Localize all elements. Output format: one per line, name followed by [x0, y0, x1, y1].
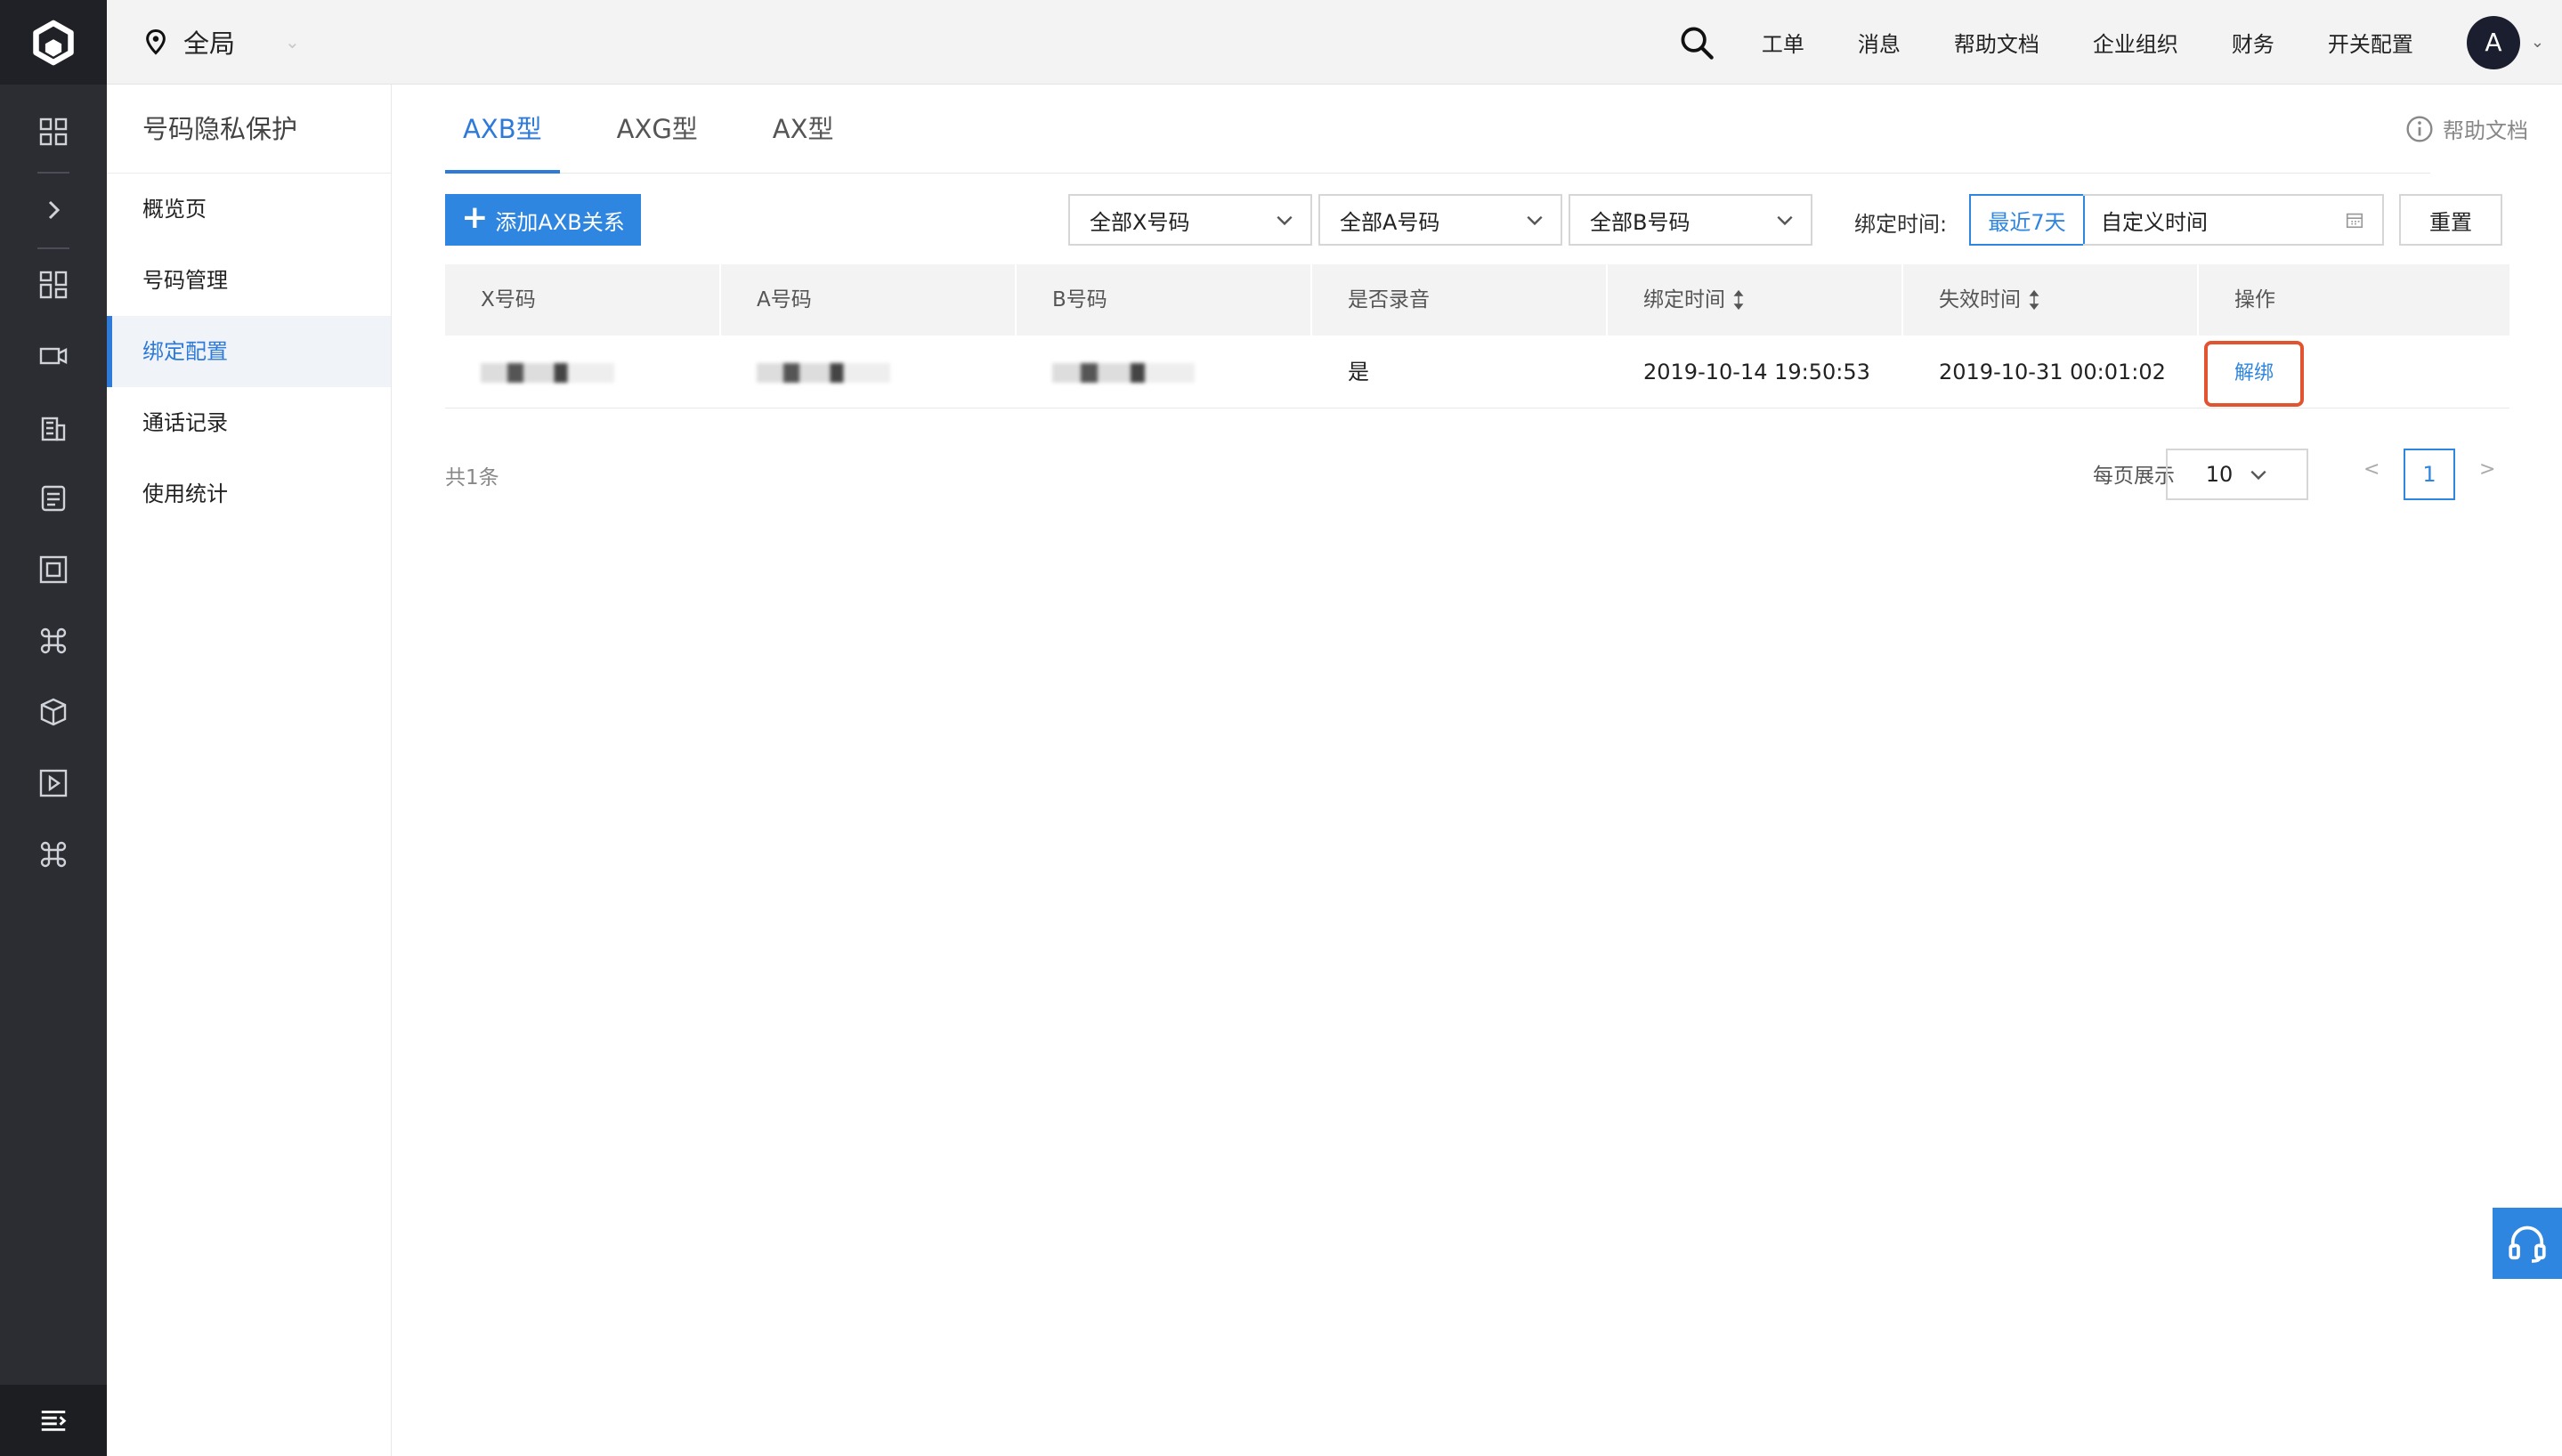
location-pin-icon [146, 28, 166, 55]
chevron-down-icon [1277, 215, 1293, 226]
sort-icon [1733, 289, 1744, 311]
chevron-down-icon [2250, 470, 2266, 481]
cell-a-number [721, 336, 1017, 408]
tab-axb[interactable]: AXB型 [445, 85, 560, 174]
per-page-value: 10 [2205, 462, 2234, 487]
col-a-number: A号码 [721, 264, 1017, 336]
reset-button[interactable]: 重置 [2399, 194, 2502, 246]
avatar[interactable]: A [2466, 15, 2520, 69]
help-doc-label: 帮助文档 [2443, 118, 2528, 143]
sidebar-item-overview[interactable]: 概览页 [107, 174, 391, 245]
expand-chevron-icon[interactable] [0, 174, 107, 246]
headset-icon [2509, 1225, 2546, 1263]
building-icon[interactable] [0, 392, 107, 463]
search-icon[interactable] [1676, 22, 1717, 63]
nav-organization[interactable]: 企业组织 [2093, 27, 2178, 58]
command-icon[interactable] [0, 819, 107, 890]
bind-time-label: 绑定时间: [1854, 212, 1948, 237]
box-package-icon[interactable] [0, 676, 107, 748]
sort-icon [2029, 289, 2039, 311]
cell-expire-time: 2019-10-31 00:01:02 [1939, 360, 2166, 384]
frame-icon[interactable] [0, 534, 107, 605]
per-page-select[interactable]: 10 [2166, 449, 2308, 500]
redacted-number [1052, 363, 1195, 383]
unbind-link[interactable]: 解绑 [2204, 341, 2304, 407]
col-bind-time-label: 绑定时间 [1643, 288, 1725, 311]
left-rail [0, 0, 107, 1456]
filter-x-number[interactable]: 全部X号码 [1068, 194, 1312, 246]
chevron-down-icon [1527, 215, 1543, 226]
nav-switch-config[interactable]: 开关配置 [2328, 27, 2413, 58]
col-recording: 是否录音 [1312, 264, 1608, 336]
col-expire-time[interactable]: 失效时间 [1903, 264, 2199, 336]
play-media-icon[interactable] [0, 748, 107, 819]
nav-messages[interactable]: 消息 [1858, 27, 1901, 58]
filter-a-label: 全部A号码 [1340, 209, 1440, 235]
chevron-down-icon: ⌄ [285, 31, 300, 53]
chevron-down-icon[interactable]: ⌄ [2531, 33, 2544, 52]
sidebar-title: 号码隐私保护 [107, 85, 391, 174]
custom-time-label: 自定义时间 [2101, 209, 2208, 235]
info-icon [2406, 115, 2433, 142]
grid-apps-icon[interactable] [0, 249, 107, 320]
plus-icon: + [461, 199, 489, 236]
rail-divider [37, 172, 69, 174]
help-doc-link[interactable]: 帮助文档 [2405, 113, 2528, 144]
range-recent-7-days[interactable]: 最近7天 [1969, 194, 2085, 246]
sidebar-item-call-records[interactable]: 通话记录 [107, 387, 391, 458]
command-icon[interactable] [0, 605, 107, 676]
collapse-menu-icon[interactable] [0, 1385, 107, 1456]
filter-x-label: 全部X号码 [1090, 209, 1190, 235]
calendar-icon [2346, 213, 2363, 229]
region-label: 全局 [183, 28, 236, 59]
add-axb-label: 添加AXB关系 [495, 209, 625, 235]
filter-b-label: 全部B号码 [1590, 209, 1690, 235]
chevron-down-icon [1777, 215, 1793, 226]
main-content: AXB型 AXG型 AX型 帮助文档 + 添加AXB关系 全部X号码 全部A号码… [392, 85, 2562, 1456]
nav-finance[interactable]: 财务 [2232, 27, 2274, 58]
next-page-button[interactable]: > [2479, 458, 2495, 481]
table-row: 是 2019-10-14 19:50:53 2019-10-31 00:01:0… [445, 336, 2509, 408]
product-sidebar: 号码隐私保护 概览页 号码管理 绑定配置 通话记录 使用统计 [107, 85, 392, 1456]
customer-service-button[interactable] [2493, 1208, 2562, 1279]
nav-help-docs[interactable]: 帮助文档 [1954, 27, 2039, 58]
tab-axg[interactable]: AXG型 [599, 85, 716, 174]
per-page-label: 每页展示 [2093, 465, 2175, 488]
col-b-number: B号码 [1017, 264, 1312, 336]
cell-recording: 是 [1348, 360, 1369, 384]
filter-b-number[interactable]: 全部B号码 [1569, 194, 1812, 246]
cell-bind-time: 2019-10-14 19:50:53 [1643, 360, 1870, 384]
document-list-icon[interactable] [0, 463, 107, 534]
redacted-number [757, 363, 890, 383]
col-actions: 操作 [2234, 288, 2275, 311]
dashboard-icon[interactable] [0, 96, 107, 167]
top-nav: 工单 消息 帮助文档 企业组织 财务 开关配置 A ⌄ [1676, 0, 2548, 85]
filter-a-number[interactable]: 全部A号码 [1318, 194, 1562, 246]
total-count: 共1条 [445, 466, 499, 489]
redacted-number [481, 363, 614, 383]
prev-page-button[interactable]: < [2363, 458, 2380, 481]
region-selector[interactable]: 全局 ⌄ [142, 23, 300, 61]
col-x-number: X号码 [445, 264, 721, 336]
cell-actions: 解绑 [2199, 336, 2509, 408]
type-tabs: AXB型 AXG型 AX型 [445, 85, 2430, 174]
binding-table: X号码 A号码 B号码 是否录音 绑定时间 失效时间 操作 是 2019-10-… [445, 264, 2509, 408]
col-expire-time-label: 失效时间 [1939, 288, 2021, 311]
cell-b-number [1017, 336, 1312, 408]
video-camera-icon[interactable] [0, 320, 107, 392]
cube-logo-icon [33, 20, 74, 65]
table-header: X号码 A号码 B号码 是否录音 绑定时间 失效时间 操作 [445, 264, 2509, 336]
cell-x-number [445, 336, 721, 408]
tab-ax[interactable]: AX型 [755, 85, 852, 174]
sidebar-item-usage-stats[interactable]: 使用统计 [107, 458, 391, 530]
top-bar: 全局 ⌄ 工单 消息 帮助文档 企业组织 财务 开关配置 A ⌄ [107, 0, 2562, 85]
col-bind-time[interactable]: 绑定时间 [1608, 264, 1903, 336]
sidebar-item-number-management[interactable]: 号码管理 [107, 245, 391, 316]
page-1-button[interactable]: 1 [2404, 449, 2455, 500]
add-axb-button[interactable]: + 添加AXB关系 [445, 194, 641, 246]
sidebar-item-binding-config[interactable]: 绑定配置 [107, 316, 391, 387]
nav-tickets[interactable]: 工单 [1762, 27, 1804, 58]
logo[interactable] [0, 0, 107, 85]
custom-time-picker[interactable]: 自定义时间 [2083, 194, 2384, 246]
